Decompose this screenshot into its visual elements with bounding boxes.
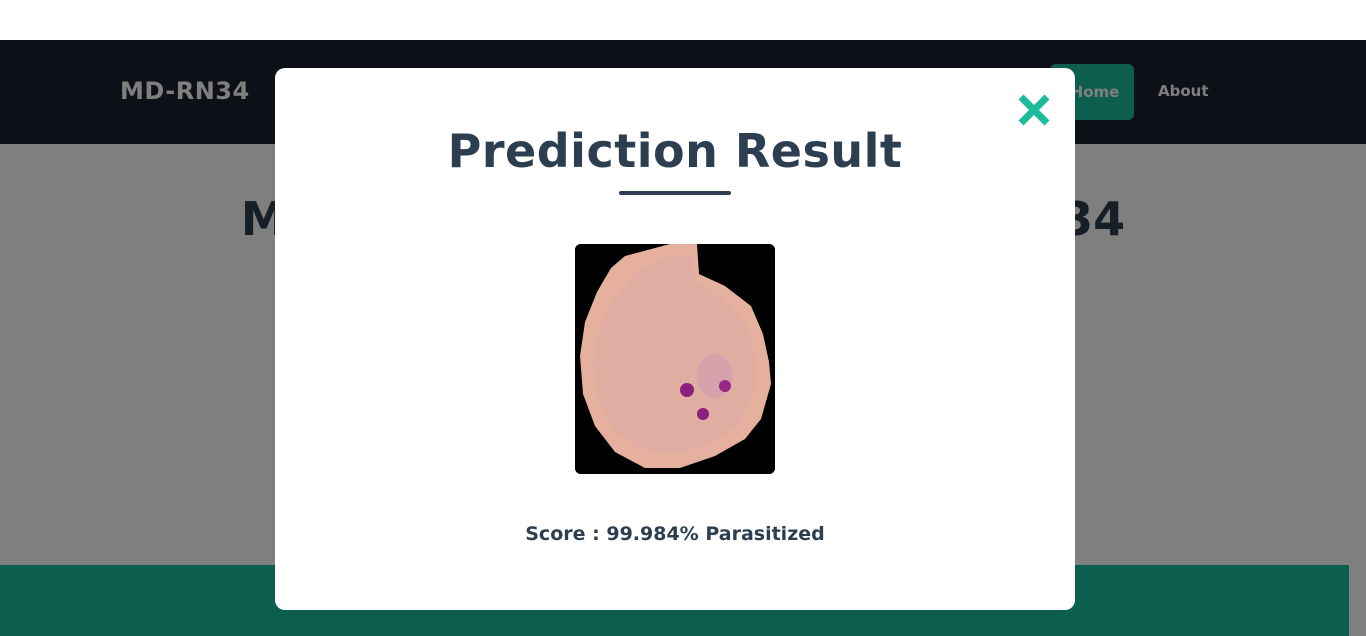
prediction-score: Score : 99.984% Parasitized bbox=[275, 523, 1075, 545]
modal-title: Prediction Result bbox=[447, 124, 903, 178]
prediction-class: Parasitized bbox=[705, 523, 825, 545]
title-divider bbox=[619, 191, 731, 195]
score-label: Score : bbox=[525, 523, 600, 545]
top-spacer bbox=[0, 0, 1366, 40]
prediction-modal: Prediction Result Score : 99.984% Parasi… bbox=[275, 68, 1075, 610]
score-value: 99.984% bbox=[606, 523, 699, 545]
cell-image bbox=[575, 244, 775, 474]
